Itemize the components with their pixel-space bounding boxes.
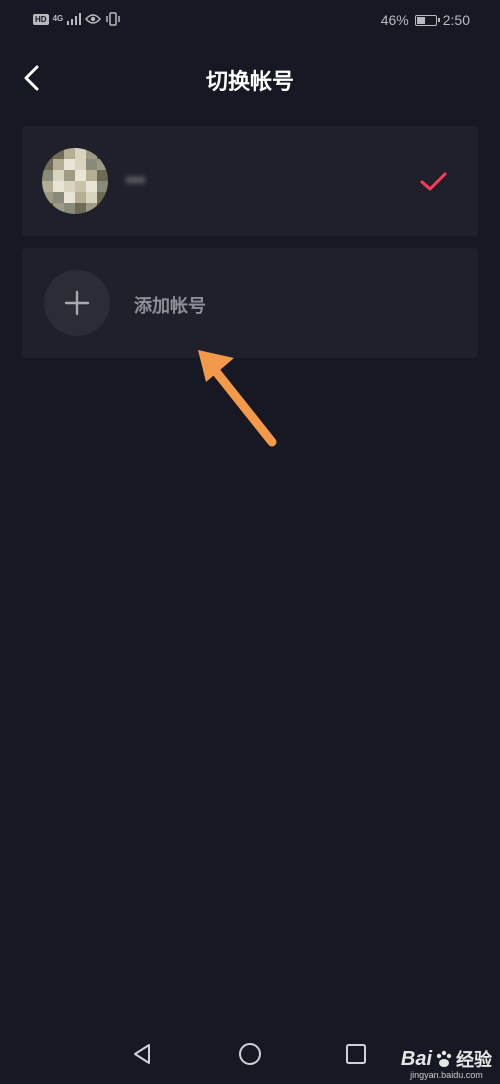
hd-badge: HD bbox=[33, 13, 49, 25]
add-account-label: 添加帐号 bbox=[134, 296, 206, 316]
clock: 2:50 bbox=[442, 12, 470, 28]
avatar-pixel bbox=[97, 159, 108, 170]
avatar-pixel bbox=[42, 192, 53, 203]
avatar-pixel bbox=[97, 181, 108, 192]
avatar-pixel bbox=[42, 181, 53, 192]
avatar bbox=[42, 148, 108, 214]
watermark-url: jingyan.baidu.com bbox=[410, 1070, 483, 1080]
avatar-pixel bbox=[86, 192, 97, 203]
status-right-icons: 46% 2:50 bbox=[381, 12, 470, 28]
avatar-pixel bbox=[42, 148, 53, 159]
avatar-pixel bbox=[86, 159, 97, 170]
account-card[interactable]: ••• bbox=[22, 126, 478, 236]
triangle-back-icon bbox=[134, 1044, 150, 1064]
eye-comfort-icon bbox=[85, 14, 102, 24]
avatar-pixel bbox=[64, 159, 75, 170]
avatar-pixel bbox=[75, 192, 86, 203]
vibrate-icon bbox=[106, 12, 120, 26]
avatar-pixel bbox=[86, 148, 97, 159]
avatar-pixel bbox=[53, 148, 64, 159]
system-recents-button[interactable] bbox=[340, 1038, 372, 1070]
status-left-icons: HD 4G bbox=[33, 12, 121, 26]
avatar-pixel bbox=[53, 181, 64, 192]
avatar-pixel bbox=[64, 181, 75, 192]
avatar-pixel bbox=[42, 159, 53, 170]
avatar-pixel bbox=[97, 192, 108, 203]
annotation-arrow-icon bbox=[198, 350, 277, 447]
watermark-brand: Bai bbox=[400, 1047, 432, 1070]
status-bar: HD 4G 46% 2:50 bbox=[0, 0, 500, 42]
system-back-button[interactable] bbox=[126, 1038, 158, 1070]
page-title: 切换帐号 bbox=[205, 69, 294, 94]
avatar-pixel bbox=[97, 170, 108, 181]
avatar-pixel bbox=[64, 192, 75, 203]
avatar-pixel bbox=[97, 148, 108, 159]
avatar-pixel bbox=[75, 170, 86, 181]
avatar-pixel bbox=[75, 203, 86, 214]
system-home-button[interactable] bbox=[234, 1038, 266, 1070]
plus-circle bbox=[44, 270, 110, 336]
nav-header: 切换帐号 bbox=[0, 52, 500, 104]
avatar-pixel bbox=[53, 192, 64, 203]
battery-fill bbox=[416, 16, 425, 24]
system-nav-bar: Bai 经验 jingyan.baidu.com bbox=[0, 1024, 500, 1084]
circle-home-icon bbox=[239, 1043, 261, 1065]
square-recents-icon bbox=[346, 1044, 366, 1064]
avatar-pixel bbox=[53, 170, 64, 181]
avatar-pixel bbox=[75, 148, 86, 159]
account-name: ••• bbox=[126, 170, 145, 190]
avatar-pixel bbox=[42, 170, 53, 181]
avatar-pixel bbox=[64, 170, 75, 181]
avatar-pixel bbox=[42, 203, 53, 214]
avatar-pixel bbox=[97, 203, 108, 214]
avatar-pixel bbox=[75, 159, 86, 170]
battery-icon bbox=[414, 14, 440, 26]
paw-icon bbox=[436, 1050, 452, 1067]
avatar-pixel bbox=[64, 203, 75, 214]
avatar-pixel bbox=[53, 203, 64, 214]
check-icon bbox=[420, 172, 447, 191]
battery-percent: 46% bbox=[380, 12, 409, 28]
avatar-pixel bbox=[86, 203, 97, 214]
baidu-jingyan-watermark: Bai 经验 jingyan.baidu.com bbox=[400, 1046, 492, 1081]
network-type-label: 4G bbox=[52, 14, 64, 23]
watermark-brand-suffix: 经验 bbox=[456, 1050, 492, 1070]
signal-icon bbox=[67, 13, 82, 25]
avatar-pixel bbox=[64, 148, 75, 159]
avatar-pixel bbox=[86, 170, 97, 181]
avatar-pixel bbox=[86, 181, 97, 192]
plus-icon bbox=[64, 290, 90, 316]
avatar-pixel bbox=[53, 159, 64, 170]
avatar-pixel bbox=[75, 181, 86, 192]
